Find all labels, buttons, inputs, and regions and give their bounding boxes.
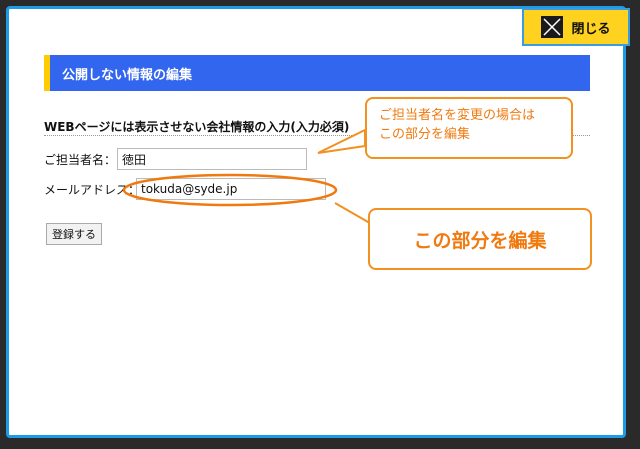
callout-top-line2: この部分を編集 [379, 127, 471, 142]
callout-top-line1: ご担当者名を変更の場合は [379, 108, 536, 123]
callout-top-pointer [317, 128, 366, 154]
callout-edit-contact: ご担当者名を変更の場合は この部分を編集 [365, 97, 573, 159]
callout-edit-email: この部分を編集 [368, 208, 592, 270]
callout-bottom-text: この部分を編集 [413, 229, 547, 252]
email-highlight-ellipse [122, 173, 338, 207]
